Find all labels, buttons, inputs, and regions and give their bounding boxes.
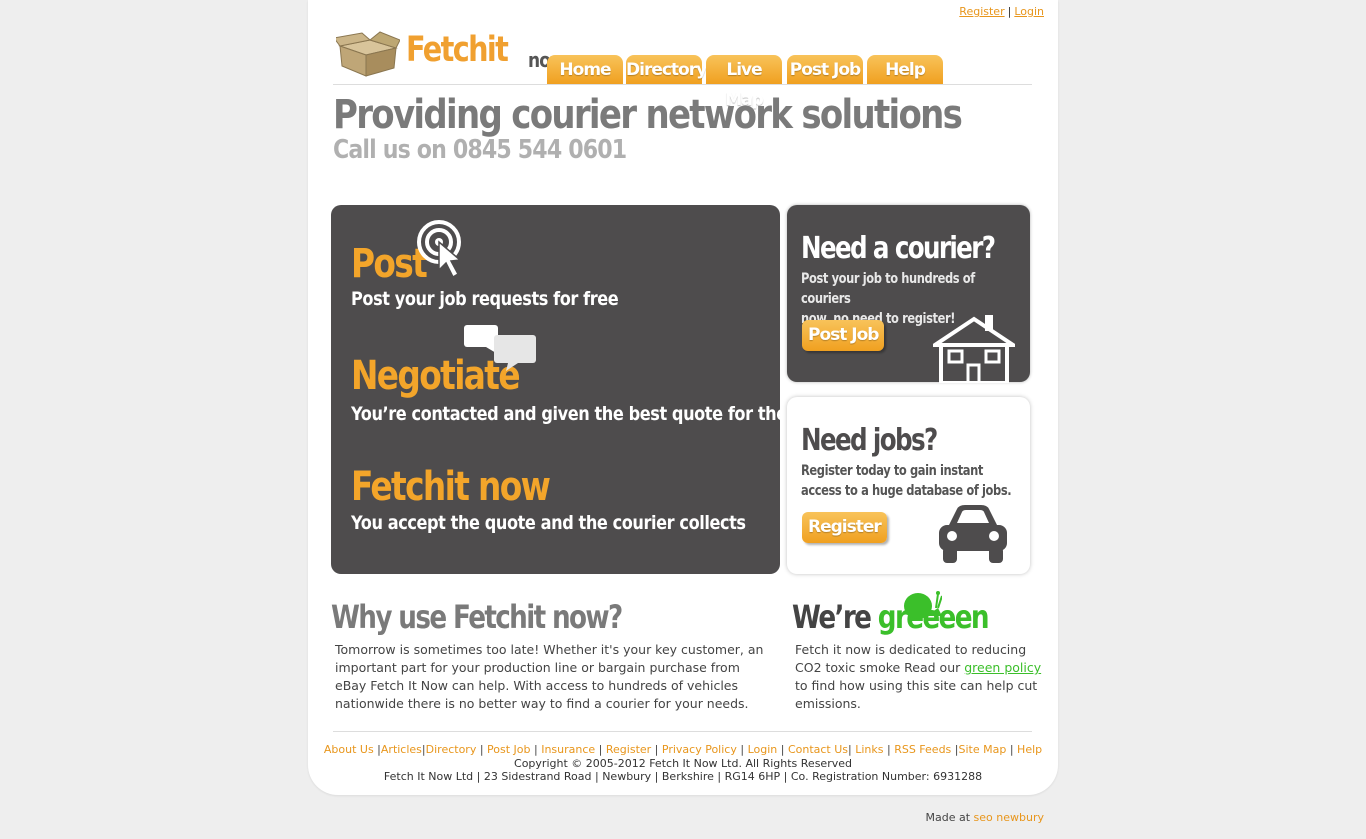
- company-address: Fetch It Now Ltd | 23 Sidestrand Road | …: [383, 770, 983, 783]
- post-job-button[interactable]: Post Job: [802, 320, 885, 351]
- step-post-desc: Post your job requests for free: [351, 288, 619, 310]
- footer-link-insurance[interactable]: Insurance: [541, 743, 595, 756]
- register-link[interactable]: Register: [959, 5, 1004, 18]
- footer-separator: |: [951, 743, 959, 756]
- footer-link-links[interactable]: Links: [855, 743, 883, 756]
- footer-separator: |: [373, 743, 381, 756]
- why-section-text: Tomorrow is sometimes too late! Whether …: [335, 642, 764, 711]
- need-jobs-title: Need jobs?: [801, 423, 938, 458]
- login-link[interactable]: Login: [1014, 5, 1044, 18]
- step-fetchit-desc: You accept the quote and the courier col…: [351, 512, 746, 534]
- nav-tab-help[interactable]: Help: [867, 55, 943, 84]
- site-logo[interactable]: Fetchit now: [336, 30, 566, 80]
- footer-link-help[interactable]: Help: [1017, 743, 1042, 756]
- hero-title: Providing courier network solutions: [333, 92, 963, 138]
- step-post-title: Post: [351, 241, 428, 287]
- top-links-separator: |: [1007, 5, 1012, 18]
- footer-separator: |: [883, 743, 895, 756]
- register-button[interactable]: Register: [802, 512, 887, 543]
- made-at-prefix: Made at: [925, 811, 971, 824]
- why-section-title: Why use Fetchit now?: [331, 598, 623, 636]
- nav-tab-live-map[interactable]: Live Map: [706, 55, 782, 110]
- footer-separator: |: [777, 743, 788, 756]
- footer-link-register[interactable]: Register: [606, 743, 651, 756]
- step-fetchit-title: Fetchit now: [351, 464, 551, 510]
- logo-brand-text: Fetchit: [406, 30, 509, 70]
- top-links: Register | Login: [959, 5, 1044, 18]
- speech-bubbles-icon: [464, 325, 536, 371]
- green-text-after: to find how using this site can help cut…: [795, 678, 1038, 711]
- need-jobs-line-2: access to a huge database of jobs.: [801, 483, 1012, 499]
- need-jobs-box: Need jobs? Register today to gain instan…: [787, 397, 1030, 574]
- footer-link-privacy-policy[interactable]: Privacy Policy: [662, 743, 737, 756]
- page-container: Register|Login Fetchit now Home Director…: [308, 0, 1058, 795]
- need-jobs-line-1: Register today to gain instant: [801, 463, 983, 479]
- box-logo-icon: [336, 31, 400, 77]
- footer-link-articles[interactable]: Articles: [381, 743, 422, 756]
- footer-link-contact-us[interactable]: Contact Us: [788, 743, 848, 756]
- seo-newbury-link[interactable]: seo newbury: [974, 811, 1044, 824]
- footer-divider: [333, 731, 1032, 732]
- footer-separator: |: [476, 743, 488, 756]
- how-it-works-panel: Post Post your job requests for free Neg…: [331, 205, 819, 574]
- need-courier-title: Need a courier?: [801, 231, 996, 266]
- footer-separator: |: [530, 743, 542, 756]
- green-section-title: We’re greeeen: [792, 598, 990, 636]
- footer-link-site-map[interactable]: Site Map: [959, 743, 1007, 756]
- nav-tab-directory[interactable]: Directory: [626, 55, 707, 84]
- footer-link-post-job[interactable]: Post Job: [487, 743, 530, 756]
- need-jobs-text: Register today to gain instant access to…: [801, 461, 1014, 501]
- footer-link-rss-feeds[interactable]: RSS Feeds: [894, 743, 951, 756]
- snail-icon: [904, 591, 942, 619]
- footer-link-login[interactable]: Login: [748, 743, 778, 756]
- footer-separator: |: [651, 743, 662, 756]
- footer-links: About Us |Articles|Directory | Post Job …: [308, 743, 1058, 756]
- copyright-text: Copyright © 2005-2012 Fetch It Now Ltd. …: [514, 757, 852, 770]
- footer-separator: |: [736, 743, 748, 756]
- nav-tab-home[interactable]: Home: [547, 55, 623, 84]
- target-cursor-icon: [417, 220, 462, 279]
- hero-phone: Call us on 0845 544 0601: [333, 135, 627, 165]
- nav-tab-post-job[interactable]: Post Job: [787, 55, 863, 84]
- green-policy-link[interactable]: green policy: [964, 660, 1041, 675]
- need-courier-line-1: Post your job to hundreds of couriers: [801, 271, 975, 307]
- nav-divider: [333, 84, 1032, 85]
- footer-link-about-us[interactable]: About Us: [324, 743, 374, 756]
- green-section-text: Fetch it now is dedicated to reducing CO…: [795, 641, 1045, 713]
- footer-separator: |: [1006, 743, 1018, 756]
- car-icon: [939, 505, 1007, 563]
- made-at-credit: Made at seo newbury: [926, 811, 1045, 824]
- step-negotiate-desc: You’re contacted and given the best quot…: [351, 403, 819, 425]
- footer-separator: |: [595, 743, 606, 756]
- need-courier-box: Need a courier? Post your job to hundred…: [787, 205, 1030, 383]
- green-title-prefix: We’re: [792, 598, 872, 636]
- house-icon: [933, 315, 1015, 383]
- footer-link-directory[interactable]: Directory: [426, 743, 477, 756]
